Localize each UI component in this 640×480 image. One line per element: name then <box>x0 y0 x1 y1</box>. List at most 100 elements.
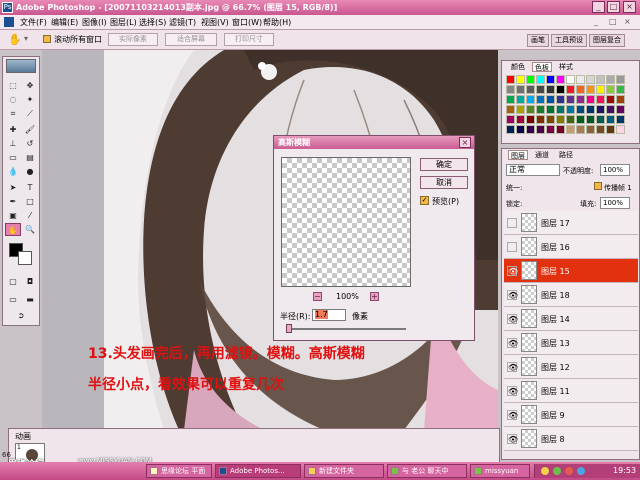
tool-preset-chevron-icon[interactable]: ▾ <box>24 34 28 43</box>
color-swatch[interactable] <box>566 75 575 84</box>
layer-row[interactable]: 👁 图层 18 <box>504 283 638 307</box>
magic-wand-icon[interactable]: ✦ <box>22 93 38 106</box>
menu-file[interactable]: 文件(F) <box>20 17 47 28</box>
gradient-tool-icon[interactable]: ▤ <box>22 151 38 164</box>
tab-swatches[interactable]: 色板 <box>532 62 552 72</box>
radius-input[interactable]: 1.7 <box>312 309 346 321</box>
color-swatch[interactable] <box>606 125 615 134</box>
quick-mask-off-icon[interactable]: ▢ <box>5 275 21 288</box>
color-swatch[interactable] <box>516 75 525 84</box>
color-swatch[interactable] <box>616 125 625 134</box>
color-swatch[interactable] <box>546 95 555 104</box>
tab-layers[interactable]: 图层 <box>508 150 528 160</box>
cancel-button[interactable]: 取消 <box>420 176 468 189</box>
doc-restore-button[interactable]: □ <box>609 17 617 26</box>
pen-tool-icon[interactable]: ✒ <box>5 195 21 208</box>
color-swatch[interactable] <box>586 105 595 114</box>
color-swatch[interactable] <box>556 75 565 84</box>
color-swatch[interactable] <box>576 95 585 104</box>
preview-checkbox[interactable]: ✓ <box>420 196 429 205</box>
hand-tool-icon[interactable]: ✋ <box>8 33 22 46</box>
healing-brush-icon[interactable]: ✚ <box>5 123 21 136</box>
dialog-close-button[interactable]: × <box>459 137 471 148</box>
tray-icon-3[interactable] <box>565 467 573 475</box>
color-swatch[interactable] <box>546 85 555 94</box>
layer-row[interactable]: 👁 图层 12 <box>504 355 638 379</box>
layer-row[interactable]: 图层 17 <box>504 211 638 235</box>
task-photoshop[interactable]: Adobe Photos... <box>215 464 301 478</box>
radius-slider-thumb[interactable] <box>286 324 293 333</box>
color-swatch[interactable] <box>616 105 625 114</box>
visibility-eye-icon[interactable]: 👁 <box>507 434 518 444</box>
visibility-eye-icon[interactable] <box>507 242 517 252</box>
slice-tool-icon[interactable]: ⟋ <box>22 107 38 120</box>
color-swatch[interactable] <box>546 75 555 84</box>
task-new-folder[interactable]: 新建文件夹 <box>304 464 384 478</box>
screen-mode-standard-icon[interactable]: ▭ <box>5 293 21 306</box>
history-brush-icon[interactable]: ↺ <box>22 137 38 150</box>
color-swatch[interactable] <box>556 105 565 114</box>
layer-row[interactable]: 👁 图层 15 <box>504 259 638 283</box>
color-swatch[interactable] <box>516 125 525 134</box>
tab-paths[interactable]: 路径 <box>556 150 576 160</box>
layer-row[interactable]: 图层 16 <box>504 235 638 259</box>
color-swatch[interactable] <box>506 125 515 134</box>
task-forum[interactable]: 思缘论坛 平面 <box>146 464 212 478</box>
color-swatch[interactable] <box>526 85 535 94</box>
menu-edit[interactable]: 编辑(E) <box>51 17 78 28</box>
move-tool-icon[interactable]: ✥ <box>22 79 38 92</box>
palette-tab-layer-comps[interactable]: 图层复合 <box>589 34 625 47</box>
layer-row[interactable]: 👁 图层 11 <box>504 379 638 403</box>
color-swatch[interactable] <box>566 125 575 134</box>
color-swatch[interactable] <box>516 115 525 124</box>
task-chat[interactable]: 与 老公 聊天中 <box>387 464 467 478</box>
fill-input[interactable]: 100% <box>600 197 630 209</box>
color-swatch[interactable] <box>586 75 595 84</box>
color-swatch[interactable] <box>606 115 615 124</box>
task-missyuan[interactable]: missyuan <box>470 464 530 478</box>
color-swatch[interactable] <box>506 95 515 104</box>
color-swatch[interactable] <box>566 95 575 104</box>
color-swatch[interactable] <box>506 105 515 114</box>
tray-icon-4[interactable] <box>577 467 585 475</box>
color-swatch[interactable] <box>566 105 575 114</box>
close-button[interactable]: × <box>623 1 636 13</box>
visibility-eye-icon[interactable]: 👁 <box>507 410 518 420</box>
color-swatch[interactable] <box>616 95 625 104</box>
color-swatch[interactable] <box>526 125 535 134</box>
color-swatch[interactable] <box>616 75 625 84</box>
color-swatch[interactable] <box>596 75 605 84</box>
eraser-tool-icon[interactable]: ▭ <box>5 151 21 164</box>
color-swatch[interactable] <box>576 105 585 114</box>
visibility-eye-icon[interactable] <box>507 218 517 228</box>
menu-window[interactable]: 窗口(W) <box>232 17 262 28</box>
color-swatch[interactable] <box>576 125 585 134</box>
color-swatch[interactable] <box>606 105 615 114</box>
color-swatch[interactable] <box>516 85 525 94</box>
color-swatch[interactable] <box>606 75 615 84</box>
color-swatch[interactable] <box>616 115 625 124</box>
color-swatch[interactable] <box>556 115 565 124</box>
color-swatch[interactable] <box>596 125 605 134</box>
eyedropper-icon[interactable]: ⁄ <box>22 209 38 222</box>
color-swatch[interactable] <box>576 115 585 124</box>
zoom-in-button[interactable]: + <box>370 292 379 301</box>
color-swatch[interactable] <box>516 95 525 104</box>
visibility-eye-icon[interactable]: 👁 <box>507 290 518 300</box>
zoom-tool-icon[interactable]: 🔍 <box>22 223 38 236</box>
color-swatch[interactable] <box>536 95 545 104</box>
color-swatch[interactable] <box>546 115 555 124</box>
minimize-button[interactable]: _ <box>592 1 605 13</box>
maximize-button[interactable]: □ <box>607 1 620 13</box>
color-swatch[interactable] <box>586 115 595 124</box>
tray-icon-2[interactable] <box>553 467 561 475</box>
quick-mask-on-icon[interactable]: ◘ <box>22 275 38 288</box>
layer-row[interactable]: 👁 图层 9 <box>504 403 638 427</box>
color-swatch[interactable] <box>586 125 595 134</box>
type-tool-icon[interactable]: T <box>22 181 38 194</box>
color-swatch[interactable] <box>576 85 585 94</box>
color-swatch[interactable] <box>506 75 515 84</box>
color-swatch[interactable] <box>556 95 565 104</box>
menu-image[interactable]: 图像(I) <box>82 17 107 28</box>
visibility-eye-icon[interactable]: 👁 <box>507 362 518 372</box>
